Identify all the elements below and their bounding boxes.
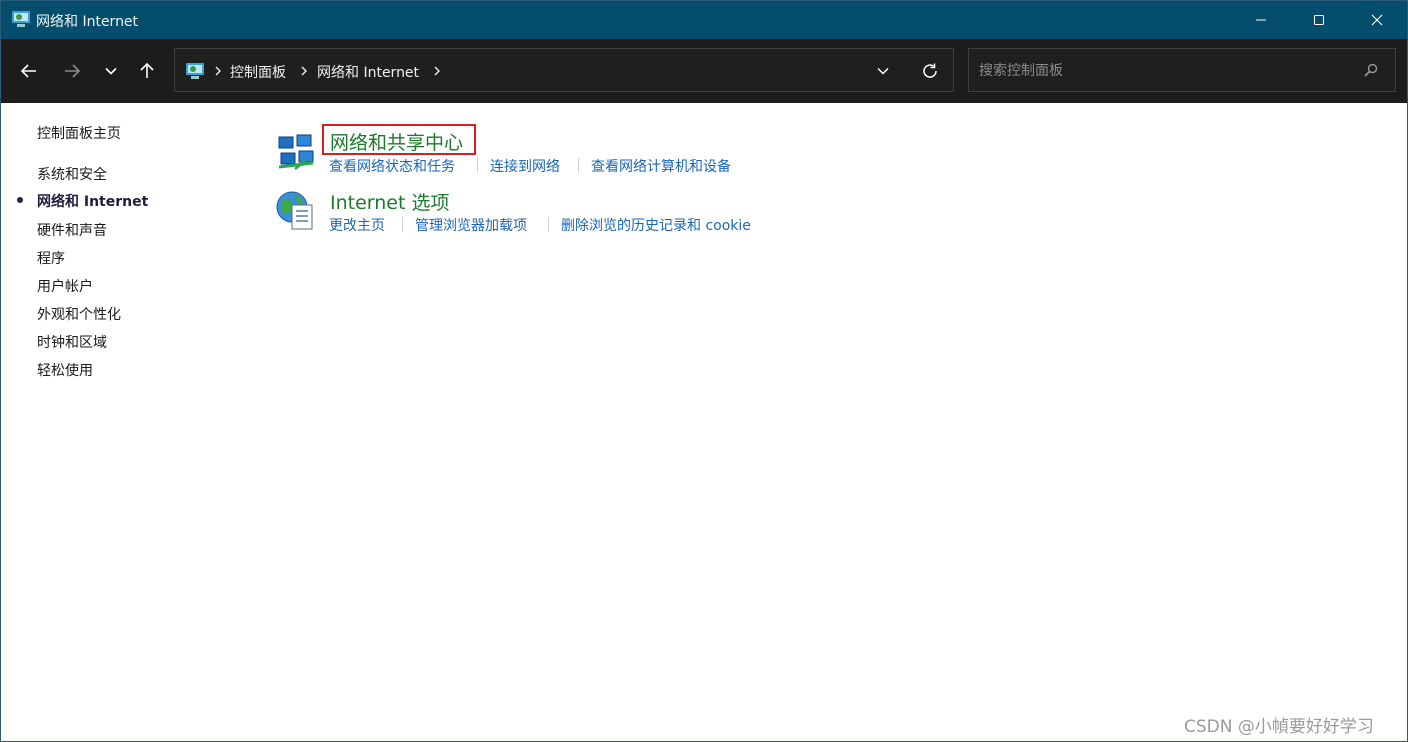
delete-history-link[interactable]: 删除浏览的历史记录和 cookie [561,215,751,235]
network-sharing-center-link[interactable]: 网络和共享中心 [330,128,463,155]
maximize-button[interactable] [1290,1,1348,39]
breadcrumb-control-panel[interactable]: 控制面板 [230,62,286,82]
change-homepage-link[interactable]: 更改主页 [329,215,385,235]
address-dropdown-button[interactable] [871,60,895,82]
up-arrow-icon [140,62,154,78]
breadcrumb-network-internet[interactable]: 网络和 Internet [317,62,419,82]
control-panel-icon [12,11,30,27]
search-icon[interactable] [1363,62,1379,78]
maximize-icon [1314,15,1324,25]
sidebar-item-hardware-sound[interactable]: 硬件和声音 [37,220,107,240]
back-arrow-icon [20,64,36,78]
internet-options-icon[interactable] [274,189,316,231]
sidebar-item-programs[interactable]: 程序 [37,248,65,268]
link-separator [548,217,549,232]
current-item-bullet [17,197,23,203]
search-box[interactable] [968,48,1396,92]
manage-addons-link[interactable]: 管理浏览器加载项 [415,215,527,235]
chevron-down-icon [877,67,889,75]
chevron-right-icon[interactable] [299,62,309,80]
view-network-computers-link[interactable]: 查看网络计算机和设备 [591,156,731,176]
chevron-right-icon[interactable] [213,62,223,80]
network-sharing-icon[interactable] [275,131,317,173]
up-button[interactable] [132,56,162,86]
close-icon [1371,14,1383,26]
chevron-right-icon[interactable] [432,62,442,80]
internet-options-link[interactable]: Internet 选项 [330,188,449,215]
link-separator [477,158,478,173]
minimize-icon [1256,19,1266,21]
forward-arrow-icon [65,64,81,78]
address-bar[interactable]: 控制面板 网络和 Internet [174,48,954,92]
link-separator [578,158,579,173]
refresh-icon [923,63,937,78]
minimize-button[interactable] [1232,1,1290,39]
close-button[interactable] [1348,1,1406,39]
sidebar-item-network-internet[interactable]: 网络和 Internet [37,191,148,211]
sidebar-item-system-security[interactable]: 系统和安全 [37,164,107,184]
sidebar-item-home[interactable]: 控制面板主页 [37,123,121,143]
link-separator [402,217,403,232]
navigation-toolbar: 控制面板 网络和 Internet [1,39,1407,103]
title-bar[interactable]: 网络和 Internet [1,1,1407,39]
sidebar-item-user-accounts[interactable]: 用户帐户 [37,276,93,296]
back-button[interactable] [14,56,44,86]
sidebar-item-ease-of-access[interactable]: 轻松使用 [37,360,93,380]
chevron-down-icon [105,67,117,75]
sidebar-item-clock-region[interactable]: 时钟和区域 [37,332,107,352]
recent-locations-button[interactable] [96,56,126,86]
control-panel-window: 网络和 Internet 控制面板 网络和 Internet 搜索控制面板 控制… [0,0,1408,742]
connect-to-network-link[interactable]: 连接到网络 [490,156,560,176]
forward-button[interactable] [57,56,87,86]
view-network-status-link[interactable]: 查看网络状态和任务 [329,156,455,176]
refresh-button[interactable] [917,59,943,83]
window-title: 网络和 Internet [36,14,139,30]
search-input[interactable] [977,59,1351,83]
watermark-text: CSDN @小幀要好好学习 [1184,717,1374,737]
control-panel-icon [186,63,204,79]
sidebar-item-appearance[interactable]: 外观和个性化 [37,304,121,324]
